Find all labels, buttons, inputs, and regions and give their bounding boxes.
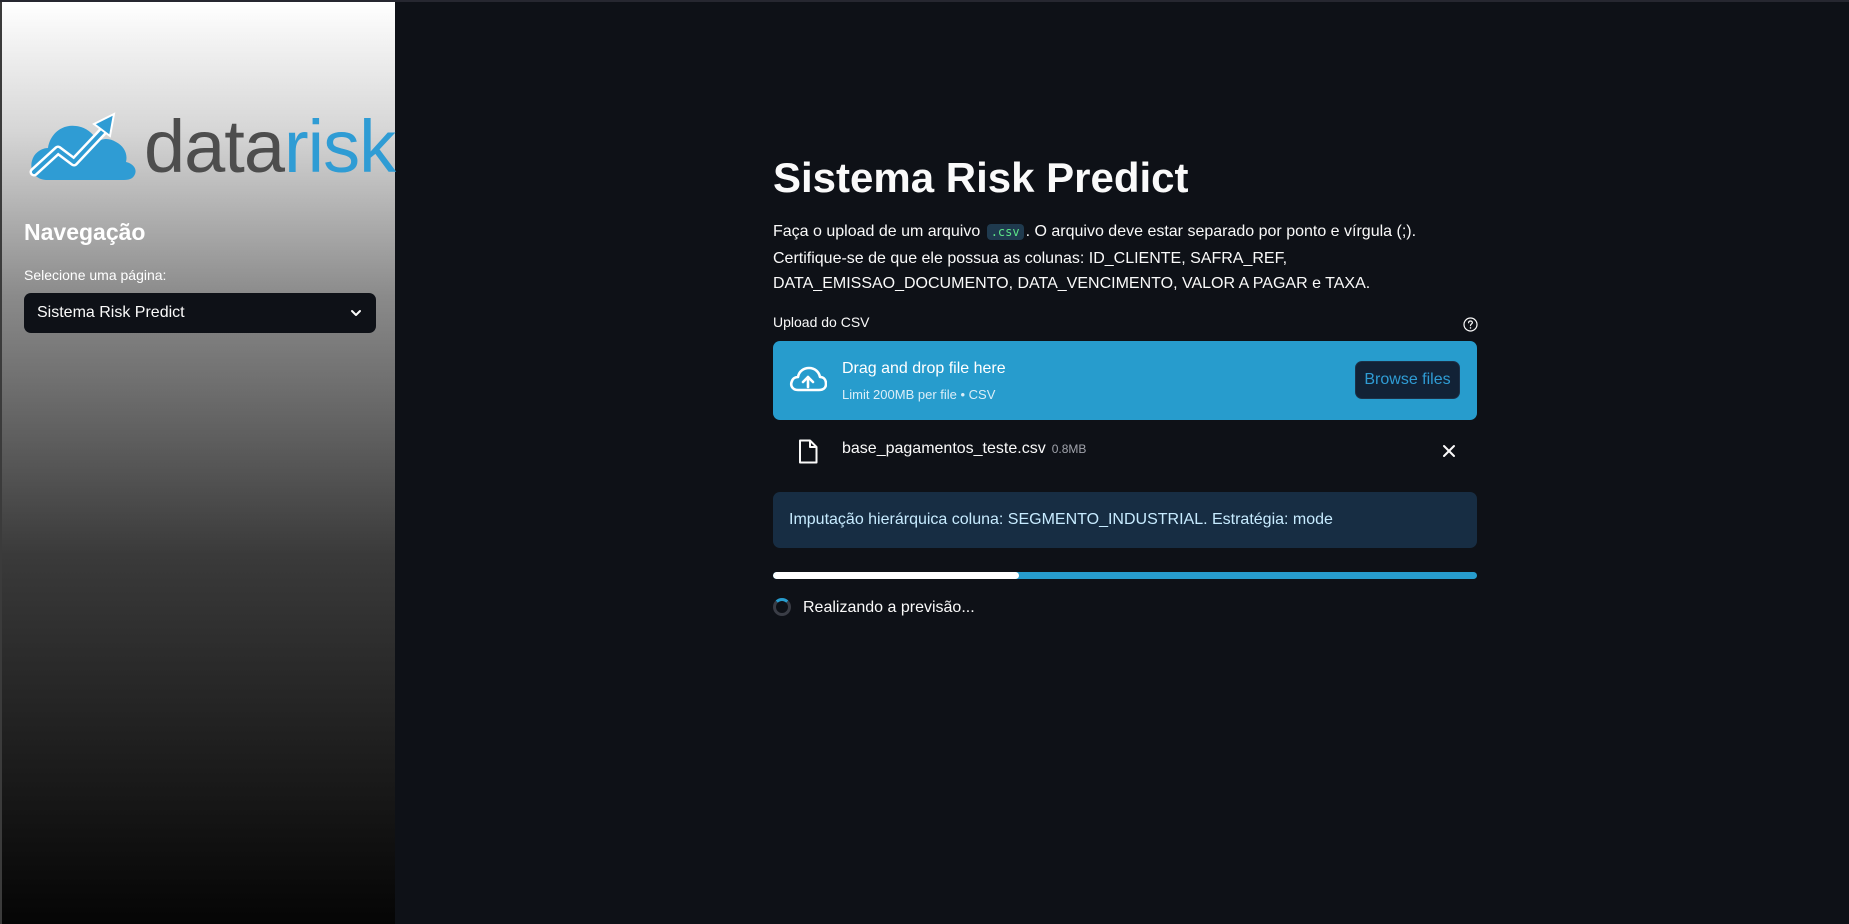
- instructions-text-start: Faça o upload de um arquivo: [773, 223, 985, 240]
- page-select-label: Selecione uma página:: [24, 267, 167, 283]
- cloud-upload-icon: [789, 363, 828, 397]
- dropzone-limit: Limit 200MB per file • CSV: [842, 387, 996, 402]
- uploaded-file-name: base_pagamentos_teste.csv 0.8MB: [842, 440, 1086, 458]
- csv-code-tag: .csv: [986, 224, 1024, 240]
- nav-title: Navegação: [24, 219, 146, 245]
- page-select[interactable]: Sistema Risk Predict: [24, 293, 376, 333]
- file-dropzone[interactable]: Drag and drop file here Limit 200MB per …: [773, 341, 1477, 420]
- progress-bar-fill: [773, 572, 1020, 579]
- browse-files-button[interactable]: Browse files: [1355, 361, 1460, 399]
- info-alert: Imputação hierárquica coluna: SEGMENTO_I…: [773, 492, 1477, 548]
- logo-wordmark: datarisk: [144, 102, 396, 192]
- uploaded-file-label: base_pagamentos_teste.csv: [842, 440, 1046, 457]
- logo-text-data: data: [144, 105, 285, 188]
- upload-instructions: Faça o upload de um arquivo .csv. O arqu…: [773, 219, 1477, 297]
- chevron-down-icon: [336, 293, 376, 333]
- upload-label: Upload do CSV: [773, 314, 870, 330]
- page-title: Sistema Risk Predict: [773, 154, 1189, 201]
- sidebar: datarisk Navegação Selecione uma página:…: [0, 2, 396, 924]
- uploaded-file-size: 0.8MB: [1051, 442, 1087, 456]
- file-icon: [798, 439, 818, 464]
- spinner-text: Realizando a previsão...: [803, 599, 975, 616]
- datarisk-logo: datarisk: [28, 105, 396, 188]
- progress-bar: [773, 572, 1477, 579]
- page-select-value: Sistema Risk Predict: [37, 304, 185, 321]
- spinner-icon: [773, 598, 791, 616]
- dropzone-title: Drag and drop file here: [842, 360, 1006, 377]
- logo-text-risk: risk: [284, 105, 396, 188]
- close-icon[interactable]: [1442, 444, 1456, 458]
- help-icon[interactable]: [1463, 317, 1478, 332]
- cloud-chart-logo-icon: [29, 112, 136, 180]
